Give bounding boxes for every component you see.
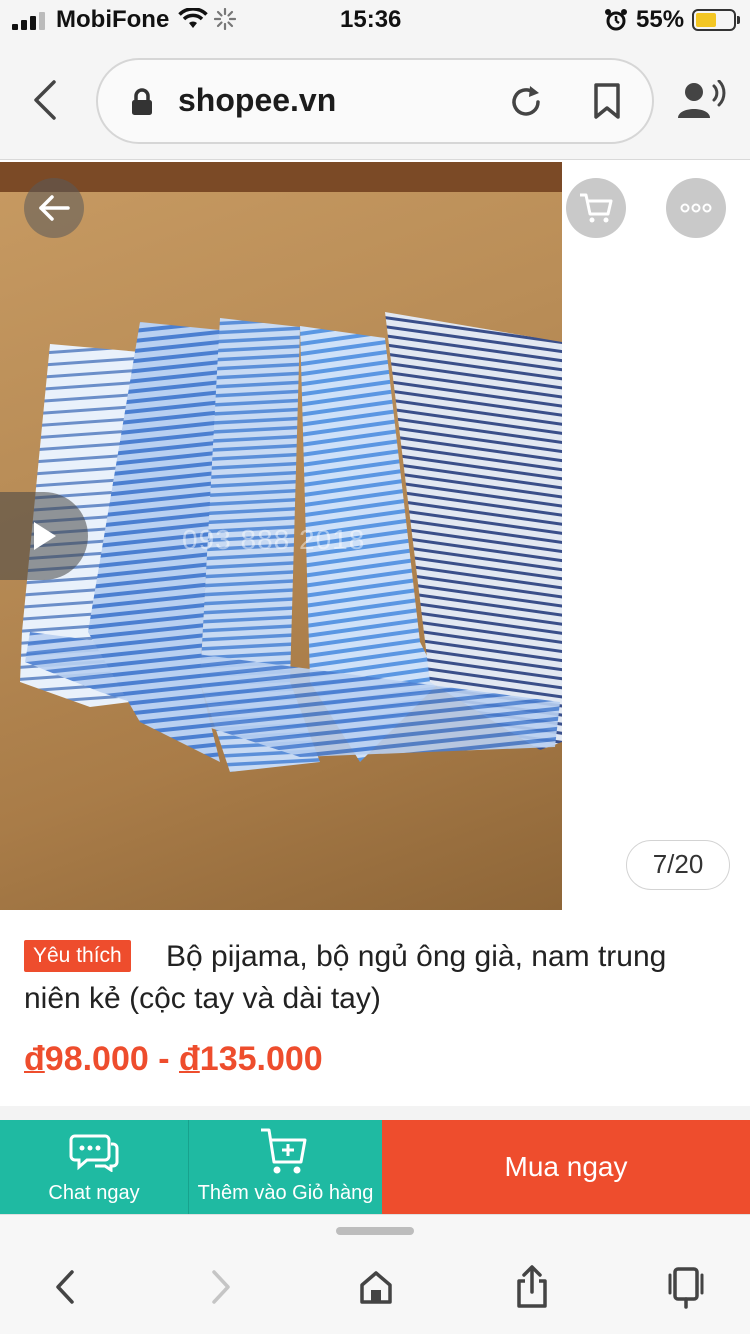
lock-icon xyxy=(132,88,152,115)
listen-icon[interactable] xyxy=(676,80,726,120)
alarm-icon xyxy=(605,9,627,31)
chat-now-label: Chat ngay xyxy=(48,1182,140,1204)
drag-handle[interactable] xyxy=(336,1227,414,1235)
browser-address-area: shopee.vn xyxy=(0,42,750,160)
image-back-button[interactable] xyxy=(24,178,84,238)
cart-icon xyxy=(580,193,613,223)
section-divider xyxy=(0,1106,750,1120)
product-title: Bộ pijama, bộ ngủ ông già, nam trung niê… xyxy=(24,940,667,1015)
price-low: 98.000 xyxy=(44,1040,149,1078)
image-page-counter: 7/20 xyxy=(626,840,730,890)
tabs-icon[interactable] xyxy=(666,1265,706,1309)
buy-now-button[interactable]: Mua ngay xyxy=(382,1120,750,1214)
nav-forward-icon[interactable] xyxy=(210,1269,232,1305)
action-bar: Chat ngay Thêm vào Giỏ hàng Mua ngay xyxy=(0,1120,750,1214)
image-cart-button[interactable] xyxy=(566,178,626,238)
status-bar: MobiFone 15:36 55% xyxy=(0,0,750,42)
wifi-icon xyxy=(178,8,208,28)
clock: 15:36 xyxy=(340,6,402,33)
price-high: 135.000 xyxy=(199,1040,323,1078)
currency-symbol: đ xyxy=(179,1040,200,1078)
loading-spinner-icon xyxy=(214,8,236,30)
image-watermark: 093 888 2018 xyxy=(182,524,366,555)
url-text: shopee.vn xyxy=(178,82,337,118)
reload-icon[interactable] xyxy=(508,84,544,120)
currency-symbol: đ xyxy=(24,1040,45,1078)
add-to-cart-button[interactable]: Thêm vào Giỏ hàng xyxy=(188,1120,382,1214)
play-icon xyxy=(34,522,56,550)
home-icon[interactable] xyxy=(358,1269,394,1305)
add-to-cart-icon xyxy=(261,1128,307,1174)
more-icon xyxy=(680,203,712,213)
price-range: đ98.000 - đ135.000 xyxy=(24,1040,323,1079)
signal-icon xyxy=(12,12,45,30)
chat-now-button[interactable]: Chat ngay xyxy=(0,1120,188,1214)
bookmark-icon[interactable] xyxy=(592,82,622,120)
back-arrow-icon xyxy=(39,195,70,221)
chat-icon xyxy=(69,1134,119,1172)
add-to-cart-label: Thêm vào Giỏ hàng xyxy=(197,1182,374,1204)
image-more-button[interactable] xyxy=(666,178,726,238)
address-bar[interactable]: shopee.vn xyxy=(96,58,654,144)
browser-toolbar xyxy=(0,1214,750,1334)
carrier-name: MobiFone xyxy=(56,6,170,33)
video-play-button[interactable] xyxy=(0,492,88,580)
share-icon[interactable] xyxy=(514,1265,550,1309)
nav-back-icon[interactable] xyxy=(54,1269,76,1305)
battery-percent: 55% xyxy=(636,6,685,33)
back-icon[interactable] xyxy=(30,78,60,122)
battery-icon xyxy=(692,9,740,31)
price-separator: - xyxy=(148,1040,179,1078)
